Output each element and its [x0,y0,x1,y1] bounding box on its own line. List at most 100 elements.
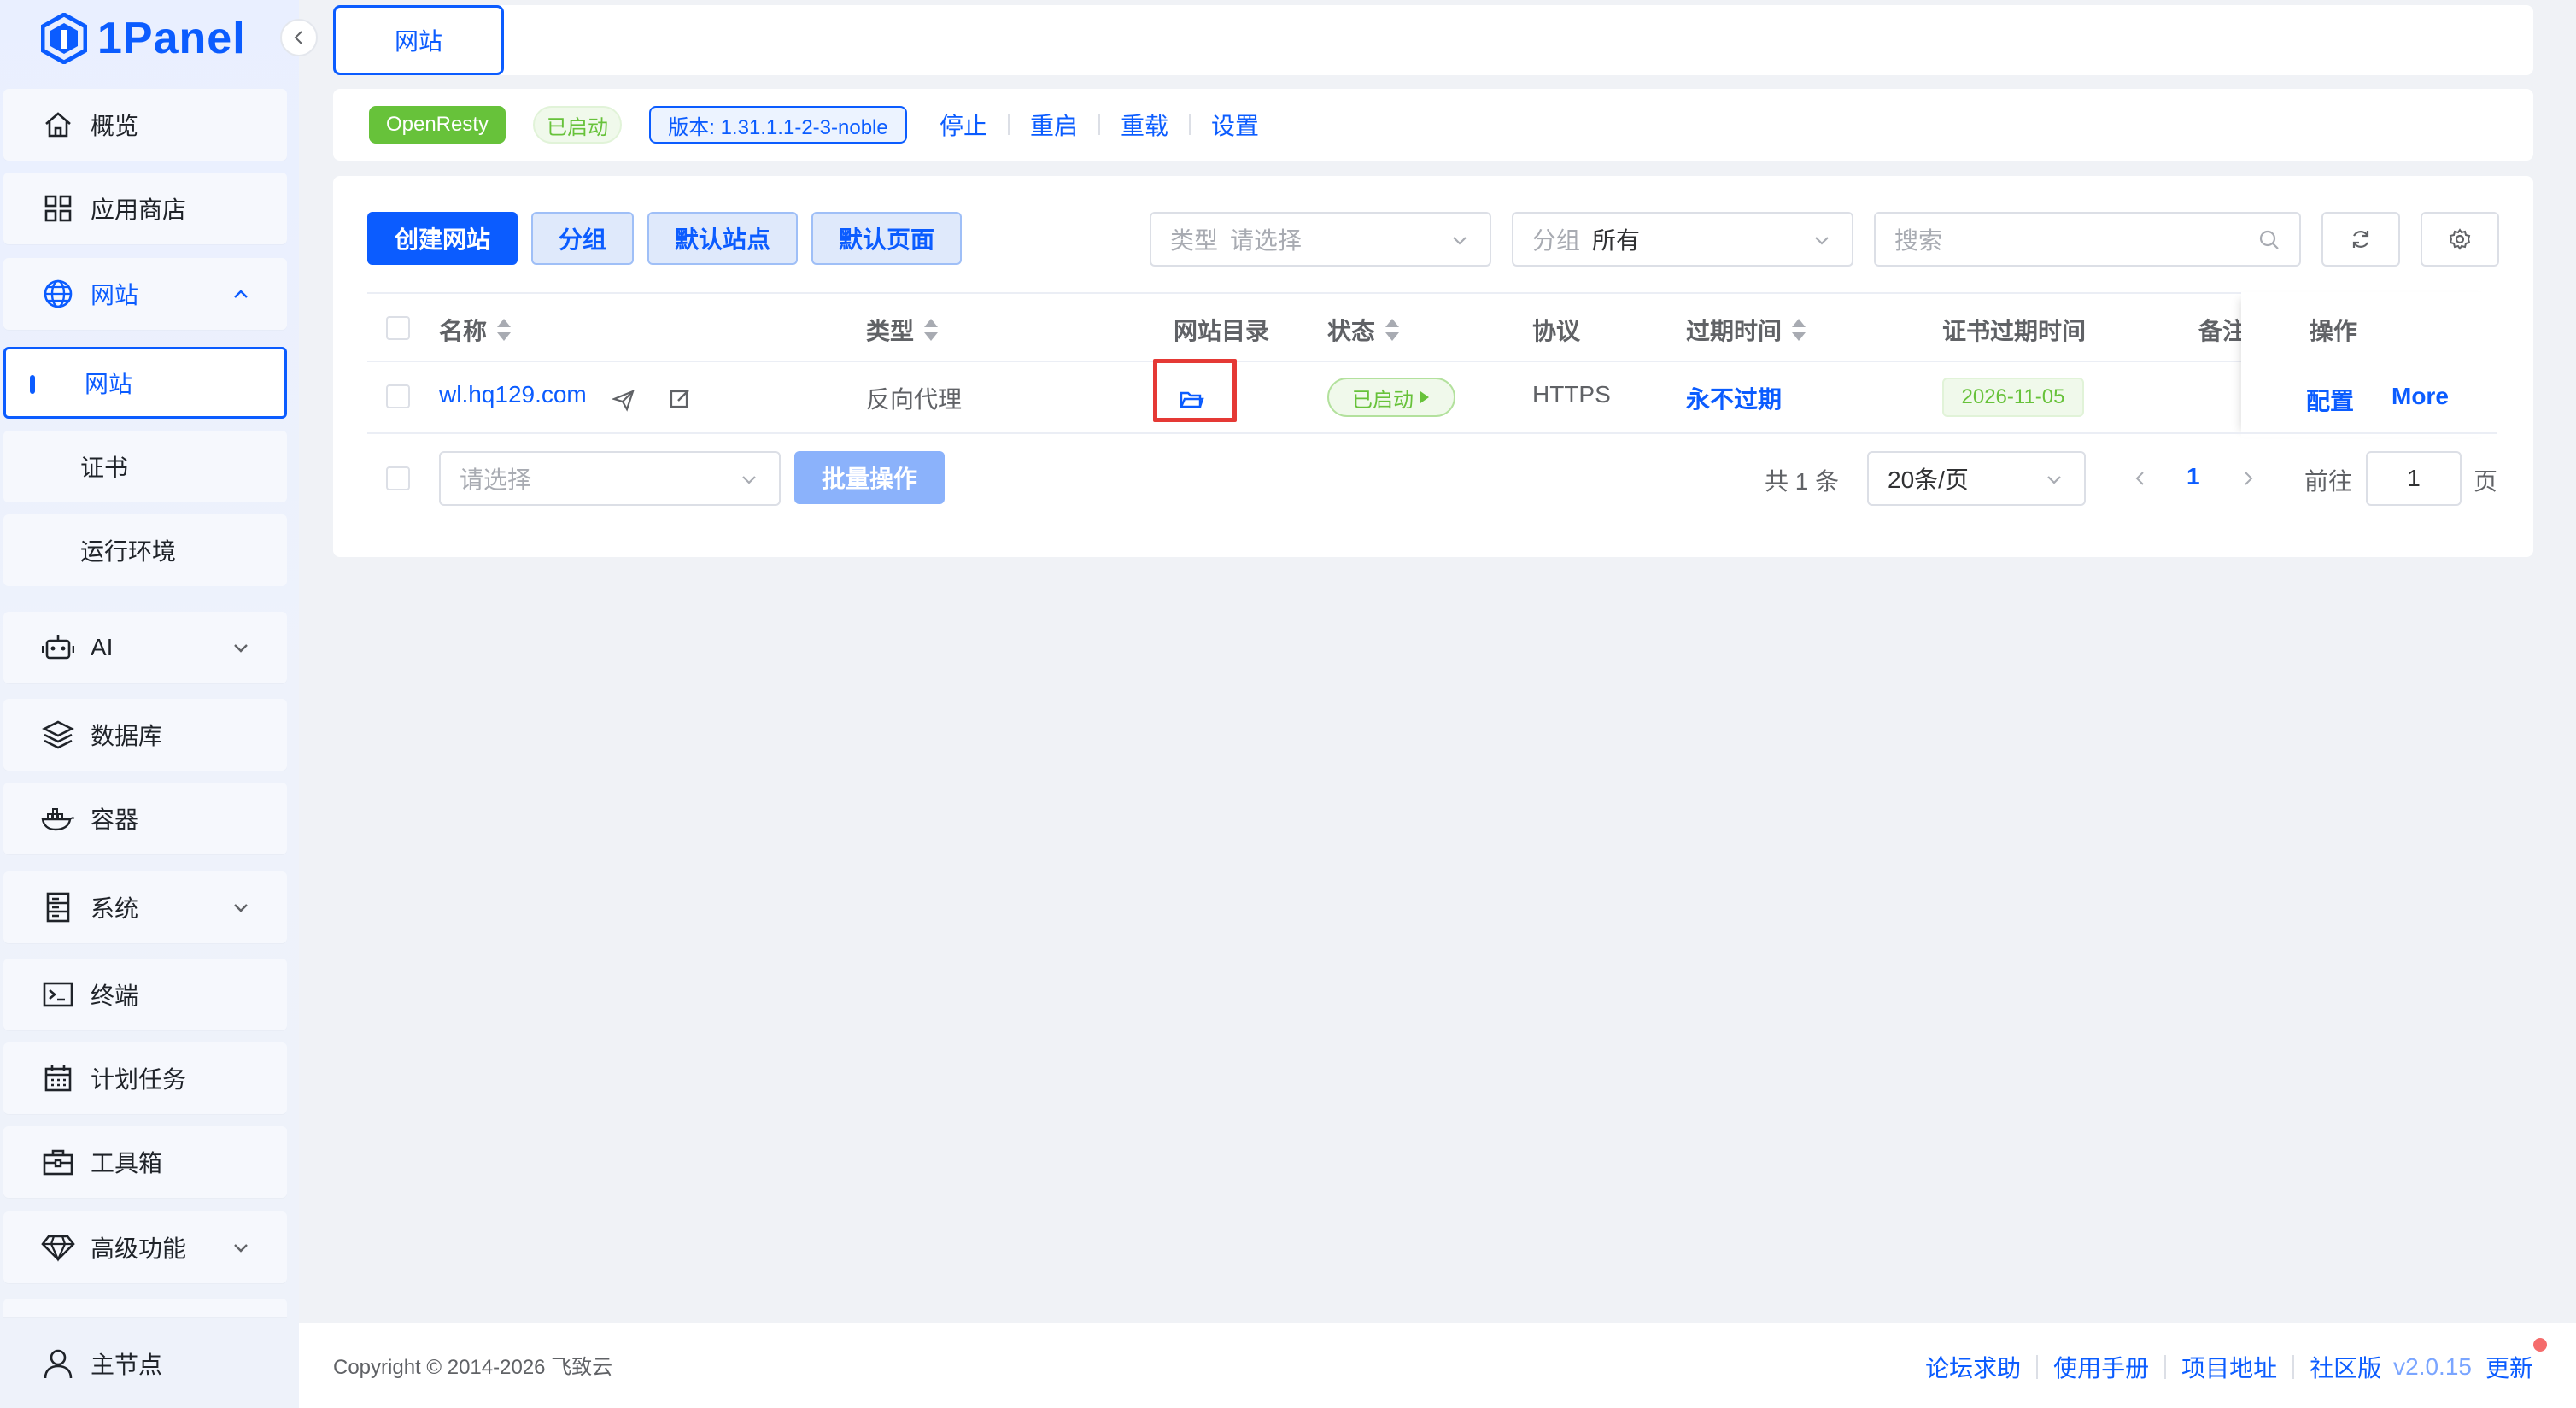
website-name-link[interactable]: wl.hq129.com [439,381,587,408]
batch-action-select[interactable]: 请选择 [439,451,781,506]
logo-icon [41,13,87,64]
project-link[interactable]: 项目地址 [2181,1350,2277,1384]
manual-link[interactable]: 使用手册 [2053,1350,2149,1384]
column-header-type[interactable]: 类型 [866,313,939,347]
search-placeholder: 搜索 [1894,227,1943,254]
sort-icon[interactable] [1385,319,1400,341]
default-site-button[interactable]: 默认站点 [647,212,798,265]
stop-button[interactable]: 停止 [940,108,987,142]
website-status-toggle[interactable]: 已启动 [1327,378,1455,417]
sidebar-item-overview[interactable]: 概览 [3,89,287,161]
sidebar-subitem-label: 证书 [80,455,129,481]
diamond-icon [41,1230,75,1264]
grid-icon [41,191,75,226]
page-number-current[interactable]: 1 [2187,463,2200,490]
column-header-label: 状态 [1327,318,1376,344]
toolbox-icon [41,1145,75,1179]
sidebar-item-system[interactable]: 系统 [3,871,287,943]
select-all-checkbox[interactable] [386,316,410,340]
sidebar-subitem-runtime[interactable]: 运行环境 [3,514,287,586]
row-checkbox[interactable] [386,384,410,408]
divider [2164,1355,2167,1379]
logo[interactable]: 1Panel [41,10,246,67]
config-button[interactable]: 配置 [2306,383,2354,417]
sidebar-item-label: 容器 [91,807,139,833]
group-button[interactable]: 分组 [531,212,634,265]
page-size-select[interactable]: 20条/页 [1867,451,2086,506]
edition-link[interactable]: 社区版 [2310,1350,2381,1384]
sidebar-item-toolbox[interactable]: 工具箱 [3,1126,287,1198]
node-selector[interactable]: 主节点 [0,1329,299,1398]
sidebar-item-label: 工具箱 [91,1150,163,1176]
refresh-icon [2352,231,2369,248]
chevron-left-icon [294,31,302,44]
type-filter-select[interactable]: 类型 请选择 [1150,212,1491,267]
sidebar-item-advanced[interactable]: 高级功能 [3,1211,287,1283]
play-icon [1420,391,1429,403]
home-icon [41,108,75,142]
gear-icon [2449,228,2471,250]
type-filter-prefix: 类型 [1170,227,1219,254]
chevron-down-icon [234,1244,248,1253]
sidebar-item-website[interactable]: 网站 [3,258,287,330]
sidebar-item-partial [3,1299,287,1317]
settings-link[interactable]: 设置 [1211,108,1259,142]
divider [1189,114,1191,135]
website-status-label: 已启动 [1352,388,1414,412]
website-expire-link[interactable]: 永不过期 [1686,381,1782,415]
column-header-label: 类型 [866,318,915,344]
next-page-icon[interactable] [2239,470,2257,487]
refresh-button[interactable] [2321,212,2400,267]
group-filter-select[interactable]: 分组 所有 [1512,212,1853,267]
sidebar-subitem-website[interactable]: 网站 [3,347,287,419]
prev-page-icon[interactable] [2132,470,2149,487]
column-header-name[interactable]: 名称 [439,313,512,347]
sort-icon[interactable] [924,319,939,341]
page-size-value: 20条/页 [1888,466,1969,493]
website-list-card: 创建网站 分组 默认站点 默认页面 类型 请选择 分组 所有 搜索 名称 类型 … [333,176,2533,557]
column-header-expire[interactable]: 过期时间 [1686,313,1806,347]
calendar-icon [41,1061,75,1095]
sort-icon[interactable] [497,319,512,341]
sidebar-item-label: 概览 [91,113,139,139]
batch-select-checkbox[interactable] [386,466,410,490]
update-link[interactable]: 更新 [2485,1350,2533,1384]
sidebar-item-ai[interactable]: AI [3,612,287,683]
collapse-sidebar-button[interactable] [280,19,318,56]
sidebar-item-label: 系统 [91,895,139,922]
send-icon[interactable] [612,388,635,412]
batch-operation-button[interactable]: 批量操作 [794,451,945,504]
app-root: 1Panel 概览 应用商店 网站 网站 证书 运行环境 AI 数据库 容器 系… [0,0,2576,1408]
chevron-down-icon [234,904,248,912]
sidebar-item-container[interactable]: 容器 [3,783,287,854]
search-input[interactable]: 搜索 [1874,212,2301,267]
sort-icon[interactable] [1792,319,1806,341]
forum-link[interactable]: 论坛求助 [1925,1350,2021,1384]
search-icon [2259,230,2279,249]
default-page-button[interactable]: 默认页面 [811,212,962,265]
sidebar-item-label: 高级功能 [91,1235,187,1262]
tab-website[interactable]: 网站 [333,5,504,75]
column-header-status[interactable]: 状态 [1327,313,1400,347]
edit-icon[interactable] [668,386,692,410]
sidebar-item-database[interactable]: 数据库 [3,699,287,771]
sidebar-subitem-certificate[interactable]: 证书 [3,431,287,502]
sidebar-item-app-store[interactable]: 应用商店 [3,173,287,244]
operations-column: 操作 配置 More [2241,292,2497,437]
openresty-status-badge: 已启动 [533,106,622,144]
reload-button[interactable]: 重载 [1121,108,1168,142]
sidebar-item-label: 应用商店 [91,197,187,223]
chevron-down-icon [1453,237,1467,245]
column-settings-button[interactable] [2421,212,2499,267]
restart-button[interactable]: 重启 [1030,108,1078,142]
create-website-button[interactable]: 创建网站 [367,212,518,265]
sidebar-item-cron[interactable]: 计划任务 [3,1042,287,1114]
type-filter-value: 请选择 [1230,227,1303,254]
logo-text: 1Panel [97,14,246,63]
sidebar-item-terminal[interactable]: 终端 [3,959,287,1030]
more-button[interactable]: More [2392,383,2449,410]
sidebar-item-label: 数据库 [91,723,163,749]
divider [1008,114,1010,135]
goto-page-input[interactable]: 1 [2366,451,2462,506]
chevron-down-icon [234,644,248,653]
